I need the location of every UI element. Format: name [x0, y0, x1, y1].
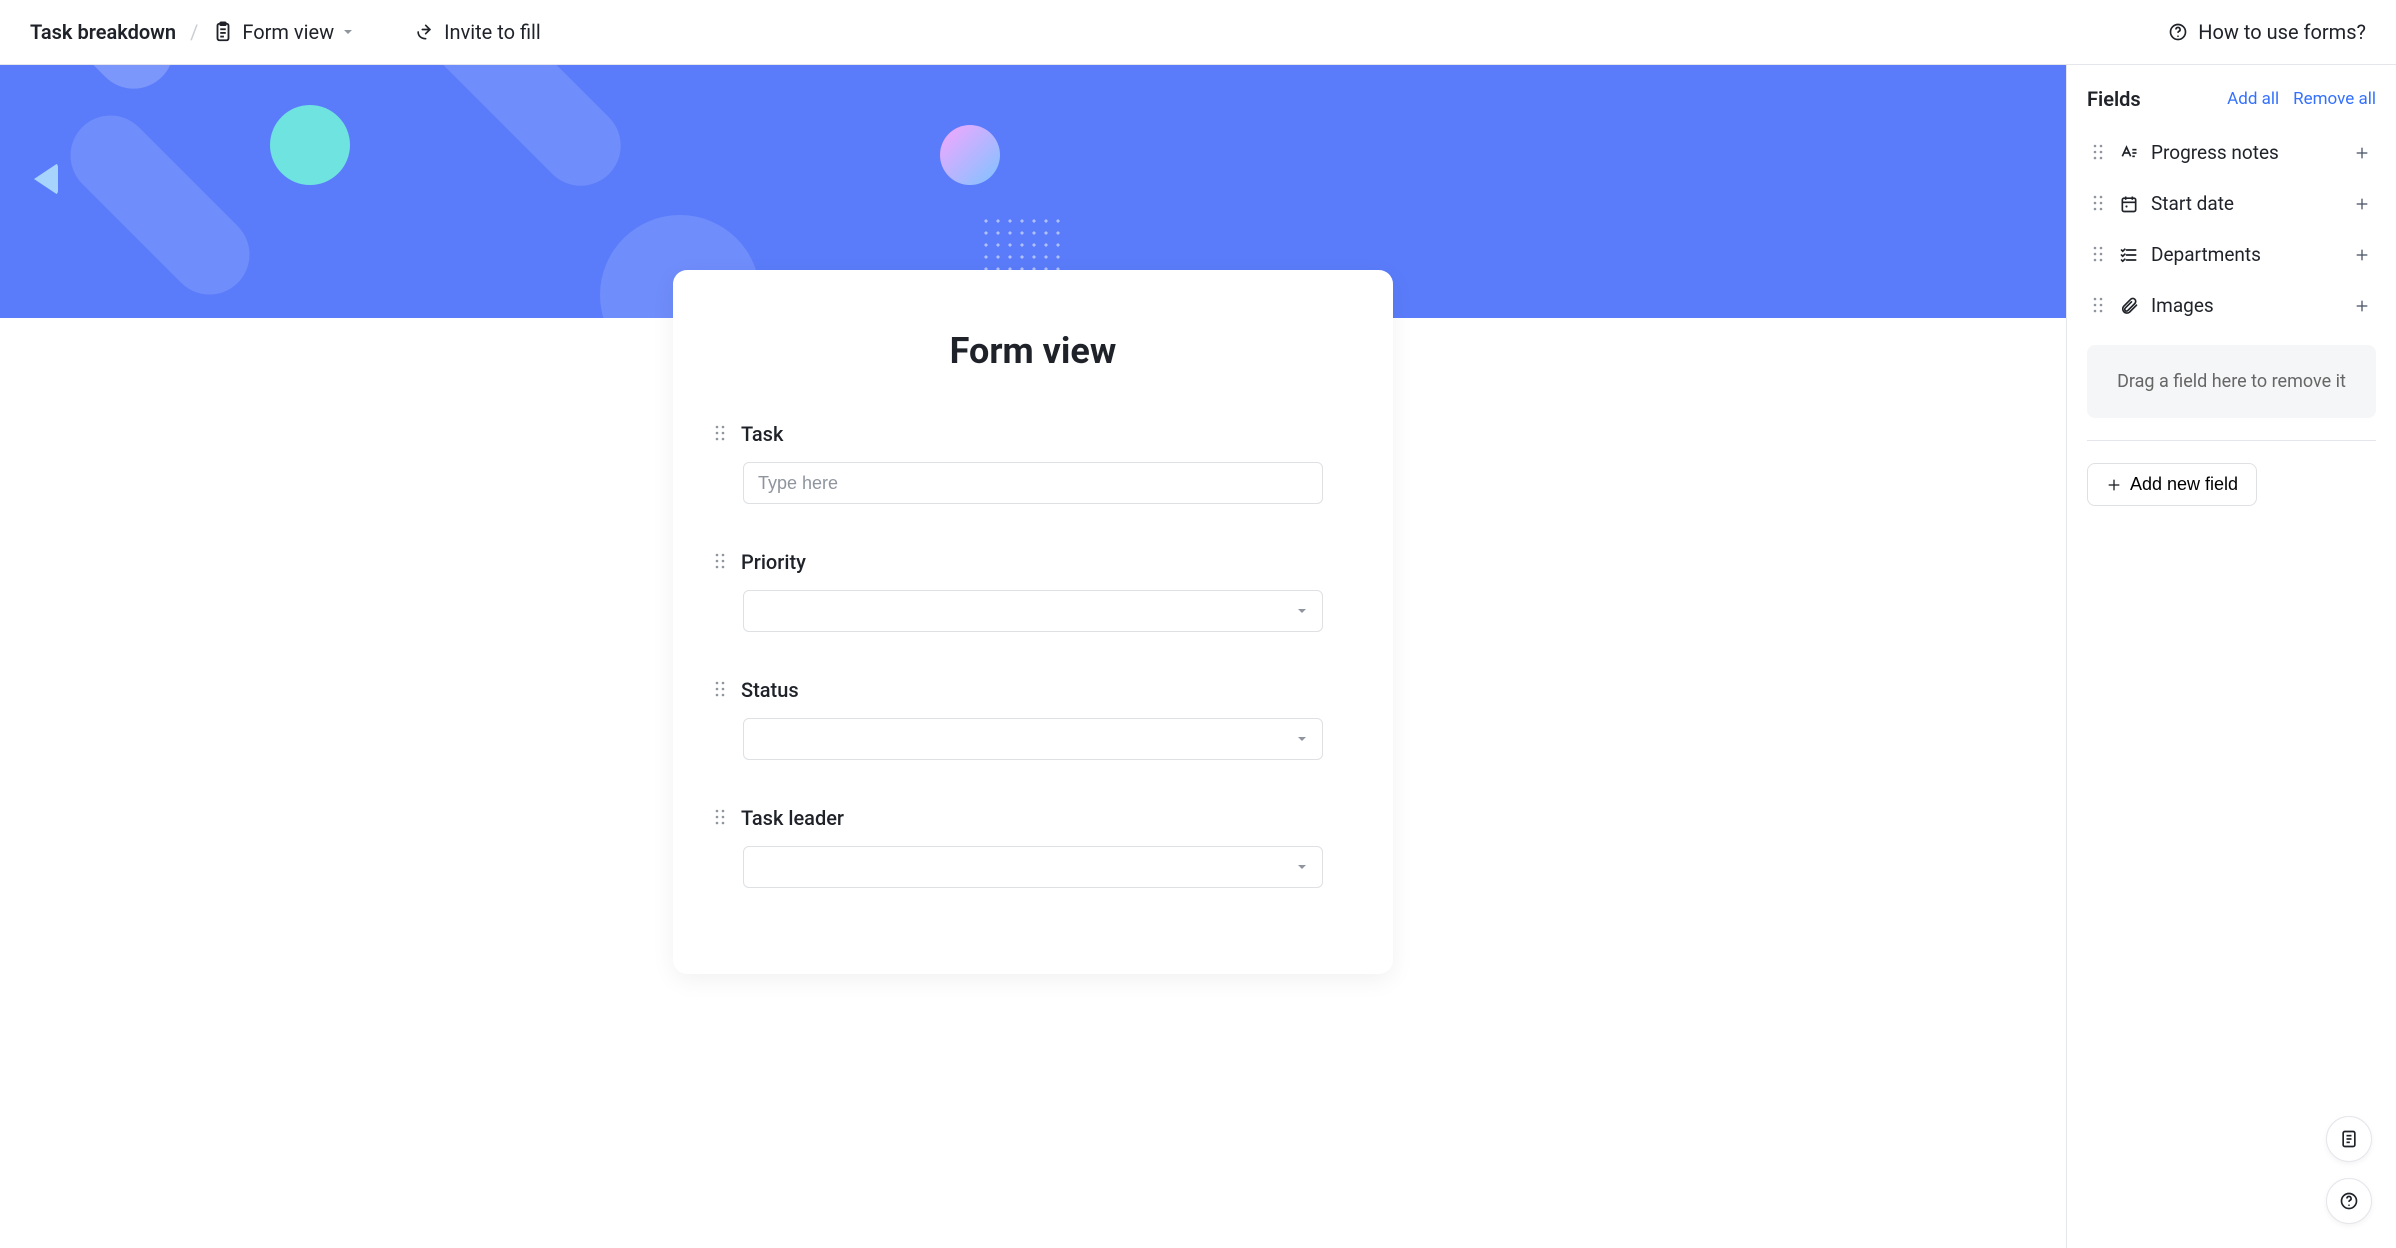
add-new-field-button[interactable]: Add new field [2087, 463, 2257, 506]
drag-handle-icon[interactable] [2093, 296, 2107, 316]
select-input[interactable] [743, 718, 1323, 760]
form-canvas: Form view Task Priority Status Task leader [0, 65, 2066, 1248]
add-field-plus[interactable] [2354, 196, 2370, 212]
add-field-plus[interactable] [2354, 298, 2370, 314]
drag-handle-icon[interactable] [2093, 245, 2107, 265]
add-field-plus[interactable] [2354, 145, 2370, 161]
help-icon [2168, 22, 2188, 42]
help-fab[interactable] [2326, 1178, 2372, 1224]
remove-dropzone[interactable]: Drag a field here to remove it [2087, 345, 2376, 418]
add-new-field-label: Add new field [2130, 474, 2238, 495]
add-all-link[interactable]: Add all [2227, 89, 2279, 109]
field-label: Status [741, 678, 799, 702]
field-label: Priority [741, 550, 806, 574]
list-icon [2119, 245, 2139, 265]
decor-shape [0, 65, 190, 105]
form-field: Task [743, 422, 1323, 504]
chevron-down-icon [1296, 733, 1308, 745]
drag-handle-icon[interactable] [2093, 143, 2107, 163]
form-view-icon [212, 21, 234, 43]
available-field-item[interactable]: Progress notes [2087, 131, 2376, 174]
form-card: Form view Task Priority Status Task leader [673, 270, 1393, 974]
available-field-name: Departments [2151, 243, 2342, 266]
view-selector[interactable]: Form view [212, 20, 354, 44]
available-field-item[interactable]: Start date [2087, 182, 2376, 225]
field-label: Task leader [741, 806, 844, 830]
help-icon [2339, 1191, 2359, 1211]
attachment-icon [2119, 296, 2139, 316]
chevron-down-icon [342, 26, 354, 38]
text-input[interactable] [743, 462, 1323, 504]
drag-handle-icon[interactable] [715, 552, 729, 572]
sidebar-links: Add all Remove all [2227, 89, 2376, 109]
decor-triangle [34, 163, 58, 195]
available-field-name: Images [2151, 294, 2342, 317]
form-field: Task leader [743, 806, 1323, 888]
sidebar-title: Fields [2087, 87, 2141, 111]
share-icon [414, 22, 434, 42]
breadcrumb: Task breakdown / Form view [30, 20, 354, 44]
decor-shape [940, 125, 1000, 185]
header-bar: Task breakdown / Form view [0, 0, 2396, 65]
chevron-down-icon [1296, 861, 1308, 873]
invite-label: Invite to fill [444, 20, 541, 44]
help-link[interactable]: How to use forms? [2168, 20, 2366, 44]
available-field-name: Progress notes [2151, 141, 2342, 164]
available-field-item[interactable]: Images [2087, 284, 2376, 327]
add-field-plus[interactable] [2354, 247, 2370, 263]
form-field: Priority [743, 550, 1323, 632]
form-field: Status [743, 678, 1323, 760]
decor-shape [383, 65, 638, 202]
breadcrumb-separator: / [190, 20, 198, 44]
sidebar-divider [2087, 440, 2376, 441]
sidebar-header: Fields Add all Remove all [2087, 87, 2376, 111]
field-label: Task [741, 422, 783, 446]
drag-handle-icon[interactable] [715, 680, 729, 700]
select-input[interactable] [743, 846, 1323, 888]
decor-shape [54, 99, 266, 311]
drag-handle-icon[interactable] [715, 424, 729, 444]
text-icon [2119, 143, 2139, 163]
available-fields-list: Progress notes Start date Departments Image… [2087, 131, 2376, 327]
invite-to-fill-button[interactable]: Invite to fill [414, 20, 541, 44]
form-title: Form view [743, 330, 1323, 372]
floating-actions [2326, 1116, 2372, 1224]
available-field-item[interactable]: Departments [2087, 233, 2376, 276]
document-icon [2339, 1129, 2359, 1149]
drag-handle-icon[interactable] [2093, 194, 2107, 214]
plus-icon [2106, 477, 2122, 493]
main-area: Form view TaskPriorityStatusTask leader … [0, 65, 2396, 1248]
help-label: How to use forms? [2198, 20, 2366, 44]
fields-sidebar: Fields Add all Remove all Progress notes… [2066, 65, 2396, 1248]
breadcrumb-root[interactable]: Task breakdown [30, 20, 176, 44]
remove-all-link[interactable]: Remove all [2293, 89, 2376, 109]
chevron-down-icon [1296, 605, 1308, 617]
decor-shape [270, 105, 350, 185]
preview-fab[interactable] [2326, 1116, 2372, 1162]
text-input-field[interactable] [758, 473, 1308, 494]
view-selector-label: Form view [242, 20, 334, 44]
select-input[interactable] [743, 590, 1323, 632]
drag-handle-icon[interactable] [715, 808, 729, 828]
available-field-name: Start date [2151, 192, 2342, 215]
date-icon [2119, 194, 2139, 214]
